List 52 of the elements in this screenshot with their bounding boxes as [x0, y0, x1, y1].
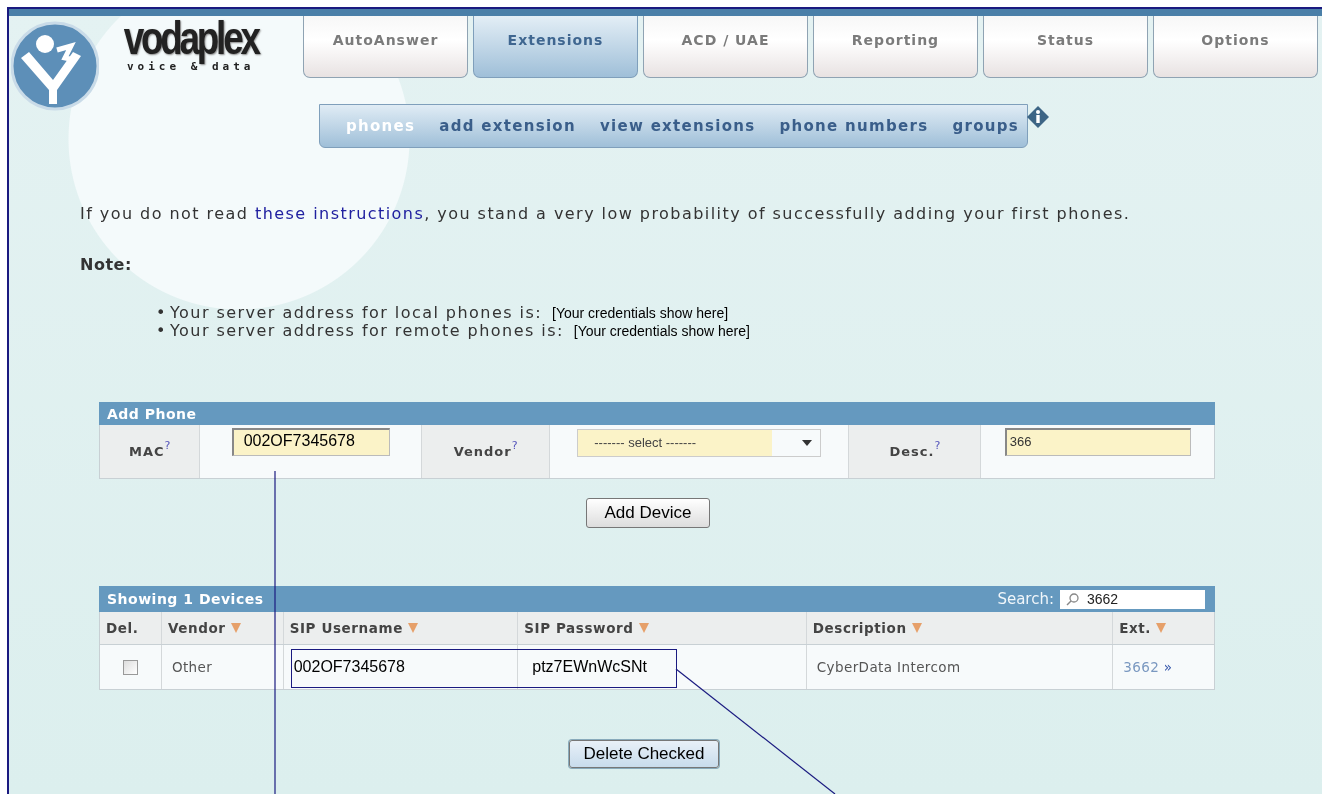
subnav-link[interactable]: groups: [952, 117, 1019, 135]
delete-checkbox[interactable]: [122, 659, 138, 675]
add-device-button[interactable]: Add Device: [585, 498, 711, 528]
extension-link[interactable]: 3662 »: [1123, 659, 1173, 675]
nav-tab[interactable]: Options: [1153, 16, 1318, 78]
select-dropdown[interactable]: ------- select -------: [577, 428, 822, 457]
field-label: Desc.: [889, 444, 935, 459]
credentials-text: [Your credentials show here]: [573, 323, 750, 340]
subnav-link[interactable]: add extension: [439, 117, 576, 135]
sort-arrow-icon[interactable]: [406, 622, 419, 634]
devices-count-title: Showing 1 Devices: [107, 591, 264, 607]
sort-arrow-icon[interactable]: [1155, 622, 1168, 634]
subnav-link[interactable]: phone numbers: [779, 117, 929, 135]
column-header[interactable]: Description: [812, 620, 907, 636]
subnav-link[interactable]: view extensions: [599, 117, 756, 135]
instructions-link[interactable]: these instructions: [254, 204, 425, 223]
search-icon: [1066, 592, 1079, 606]
nav-tab[interactable]: ACD / UAE: [643, 16, 808, 78]
nav-tab[interactable]: AutoAnswer: [303, 16, 468, 78]
column-header[interactable]: SIP Password: [524, 620, 634, 636]
note-text: Your server address for local phones is:: [170, 304, 543, 321]
nav-tab[interactable]: Extensions: [473, 16, 638, 78]
column-header[interactable]: Ext.: [1119, 620, 1152, 636]
table-cell: Other: [171, 659, 213, 675]
note-text: Your server address for remote phones is:: [170, 322, 564, 339]
text-field[interactable]: 002OF7345678: [231, 427, 390, 456]
help-link[interactable]: ?: [934, 439, 941, 452]
sort-arrow-icon[interactable]: [910, 622, 923, 634]
delete-checked-button[interactable]: Delete Checked: [568, 740, 720, 768]
logo-wordmark: vodaplex: [123, 14, 258, 62]
instructions-sentence: If you do not read these instructions, you stand a very low probability of successfully adding your first phones.: [80, 204, 1132, 223]
section-header: Add Phone: [99, 402, 1215, 425]
search-label: Search:: [997, 590, 1054, 608]
bullet-mark: •: [156, 304, 167, 321]
info-icon[interactable]: [1026, 105, 1050, 129]
field-label: MAC: [129, 444, 165, 459]
table-cell: ptz7EWnWcSNt: [532, 658, 647, 676]
nav-tab[interactable]: Status: [983, 16, 1148, 78]
nav-tab[interactable]: Reporting: [813, 16, 978, 78]
help-link[interactable]: ?: [164, 439, 171, 452]
table-cell: CyberData Intercom: [816, 659, 961, 675]
note-label: Note:: [80, 255, 133, 274]
field-label: Vendor: [453, 444, 512, 459]
help-link[interactable]: ?: [511, 439, 518, 452]
table-cell: 002OF7345678: [293, 658, 405, 676]
bullet-mark: •: [156, 322, 167, 339]
sort-arrow-icon[interactable]: [229, 622, 242, 634]
search-field[interactable]: 3662: [1060, 589, 1205, 609]
text-field[interactable]: 366: [1004, 427, 1191, 456]
sort-arrow-icon[interactable]: [637, 622, 650, 634]
dropdown-caret-icon: [802, 439, 813, 446]
credentials-text: [Your credentials show here]: [552, 305, 729, 322]
